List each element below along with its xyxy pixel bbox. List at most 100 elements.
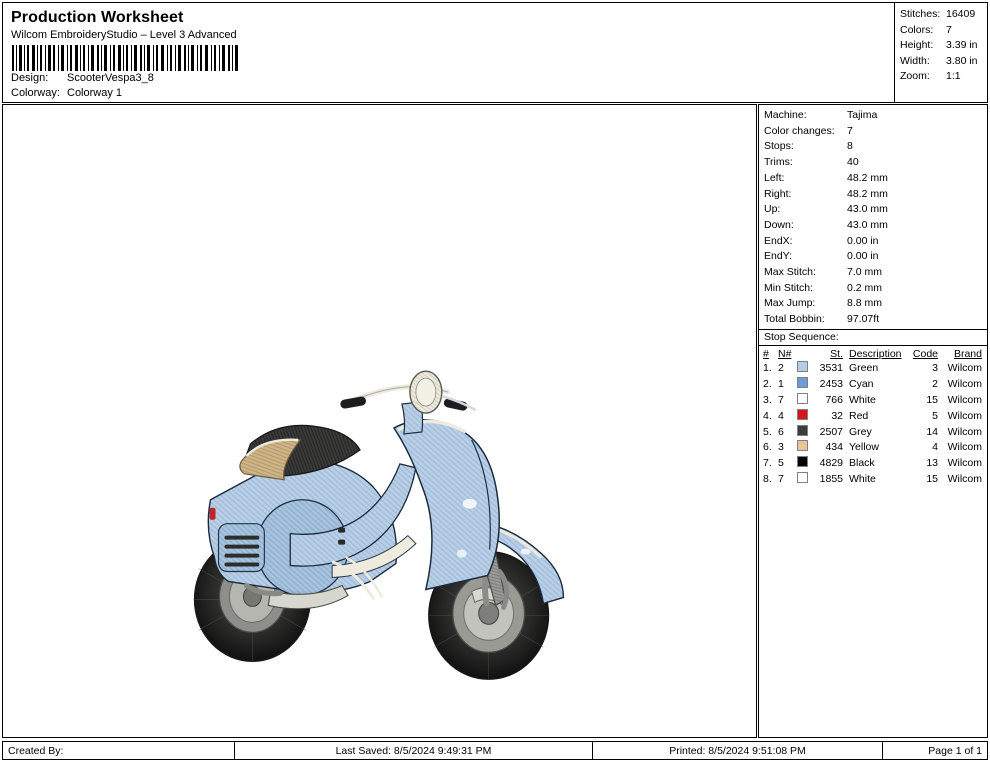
color-swatch	[797, 393, 808, 404]
info-trims: Trims: 40	[759, 155, 987, 171]
stop-sequence-table: # N# St. Description Code Brand 1. 2 353…	[759, 345, 987, 487]
row-index: 4.	[759, 409, 778, 425]
info-machine: Machine: Tajima	[759, 108, 987, 124]
colorway-label: Colorway:	[11, 86, 67, 101]
header-band: Production Worksheet Wilcom EmbroiderySt…	[2, 2, 988, 103]
color-swatch	[797, 456, 808, 467]
table-header-row: # N# St. Description Code Brand	[759, 346, 987, 362]
row-description: Cyan	[846, 377, 908, 393]
row-brand: Wilcom	[938, 393, 987, 409]
info-label: Trims:	[764, 155, 847, 171]
col-brand: Brand	[938, 346, 987, 362]
row-brand: Wilcom	[938, 472, 987, 488]
row-code: 15	[908, 393, 938, 409]
design-row: Design:ScooterVespa3_8	[11, 71, 888, 86]
row-description: Red	[846, 409, 908, 425]
info-value: 7	[847, 124, 987, 140]
footer-printed: Printed: 8/5/2024 9:51:08 PM	[593, 742, 883, 759]
info-value: 8.8 mm	[847, 296, 987, 312]
col-code: Code	[908, 346, 938, 362]
info-label: Right:	[764, 187, 847, 203]
machine-info-rows: Machine: Tajima Color changes: 7 Stops: …	[759, 105, 987, 328]
row-needle: 5	[778, 456, 794, 472]
row-description: Grey	[846, 425, 908, 441]
row-stitches: 2453	[810, 377, 846, 393]
row-description: Black	[846, 456, 908, 472]
info-label: Machine:	[764, 108, 847, 124]
info-up: Up: 43.0 mm	[759, 202, 987, 218]
info-label: Up:	[764, 202, 847, 218]
worksheet-page: Production Worksheet Wilcom EmbroiderySt…	[0, 0, 990, 762]
info-value: 43.0 mm	[847, 202, 987, 218]
info-value: Tajima	[847, 108, 987, 124]
info-total-bobbin: Total Bobbin: 97.07ft	[759, 312, 987, 328]
stat-label: Width:	[900, 54, 946, 70]
color-swatch	[797, 472, 808, 483]
page-footer: Created By: Last Saved: 8/5/2024 9:49:31…	[2, 741, 988, 760]
row-description: White	[846, 393, 908, 409]
info-value: 0.00 in	[847, 249, 987, 265]
info-label: EndX:	[764, 234, 847, 250]
info-label: Total Bobbin:	[764, 312, 847, 328]
design-preview-area[interactable]	[2, 104, 757, 738]
table-row: 2. 1 2453 Cyan 2 Wilcom	[759, 377, 987, 393]
info-label: EndY:	[764, 249, 847, 265]
stat-width: Width: 3.80 in	[900, 54, 983, 70]
cowl-vent	[219, 524, 265, 572]
scooter-embroidery-graphic	[3, 105, 756, 737]
row-needle: 7	[778, 393, 794, 409]
row-brand: Wilcom	[938, 456, 987, 472]
row-stitches: 2507	[810, 425, 846, 441]
header-left-block: Production Worksheet Wilcom EmbroiderySt…	[3, 3, 896, 102]
machine-info-panel: Machine: Tajima Color changes: 7 Stops: …	[758, 104, 988, 738]
info-label: Max Stitch:	[764, 265, 847, 281]
row-needle: 6	[778, 425, 794, 441]
row-brand: Wilcom	[938, 425, 987, 441]
info-endy: EndY: 0.00 in	[759, 249, 987, 265]
design-stats-box: Stitches: 16409 Colors: 7 Height: 3.39 i…	[894, 3, 987, 102]
page-title: Production Worksheet	[11, 8, 888, 27]
row-description: White	[846, 472, 908, 488]
design-value: ScooterVespa3_8	[67, 72, 154, 84]
stat-value: 1:1	[946, 69, 983, 85]
col-stitches: St.	[810, 346, 846, 362]
info-right: Right: 48.2 mm	[759, 187, 987, 203]
row-brand: Wilcom	[938, 361, 987, 377]
software-name: Wilcom EmbroideryStudio – Level 3 Advanc…	[11, 28, 888, 42]
row-needle: 1	[778, 377, 794, 393]
info-value: 40	[847, 155, 987, 171]
info-value: 43.0 mm	[847, 218, 987, 234]
color-swatch	[797, 409, 808, 420]
barcode-icon	[11, 45, 239, 71]
info-label: Min Stitch:	[764, 281, 847, 297]
info-left: Left: 48.2 mm	[759, 171, 987, 187]
row-brand: Wilcom	[938, 440, 987, 456]
info-color-changes: Color changes: 7	[759, 124, 987, 140]
design-canvas	[3, 105, 756, 737]
info-max-stitch: Max Stitch: 7.0 mm	[759, 265, 987, 281]
color-swatch	[797, 377, 808, 388]
info-value: 8	[847, 139, 987, 155]
row-code: 13	[908, 456, 938, 472]
row-description: Yellow	[846, 440, 908, 456]
row-code: 4	[908, 440, 938, 456]
table-row: 7. 5 4829 Black 13 Wilcom	[759, 456, 987, 472]
handlebars	[340, 371, 476, 434]
indicator-light	[210, 508, 216, 520]
info-value: 0.2 mm	[847, 281, 987, 297]
row-stitches: 3531	[810, 361, 846, 377]
info-value: 48.2 mm	[847, 171, 987, 187]
info-value: 48.2 mm	[847, 187, 987, 203]
row-index: 6.	[759, 440, 778, 456]
info-value: 97.07ft	[847, 312, 987, 328]
row-index: 3.	[759, 393, 778, 409]
info-label: Color changes:	[764, 124, 847, 140]
info-value: 7.0 mm	[847, 265, 987, 281]
row-code: 3	[908, 361, 938, 377]
colorway-value: Colorway 1	[67, 87, 122, 99]
col-swatch	[794, 346, 810, 362]
row-index: 2.	[759, 377, 778, 393]
row-index: 8.	[759, 472, 778, 488]
color-swatch	[797, 440, 808, 451]
stat-height: Height: 3.39 in	[900, 38, 983, 54]
